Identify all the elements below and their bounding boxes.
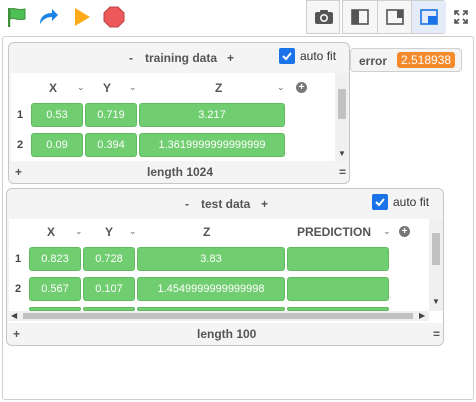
green-flag-icon[interactable] <box>5 5 29 29</box>
add-column-icon[interactable]: + <box>296 82 307 93</box>
table-cell[interactable]: 0.823 <box>29 247 81 271</box>
scroll-down-arrow-icon[interactable]: ▼ <box>338 149 346 158</box>
layout-left-icon[interactable] <box>343 1 377 33</box>
table-cell[interactable]: 1.4549999999999998 <box>137 277 285 301</box>
table-cell[interactable]: 0.107 <box>83 277 135 301</box>
column-header-x[interactable]: X <box>47 225 55 239</box>
camera-button[interactable] <box>306 0 340 34</box>
horizontal-scrollbar[interactable]: ◀ ▶ <box>9 311 429 321</box>
test-resize-button[interactable]: = <box>433 327 440 341</box>
training-data-title: training data <box>145 51 218 65</box>
vertical-scrollbar[interactable]: ▼ <box>429 219 443 311</box>
table-cell[interactable]: 3.83 <box>137 247 285 271</box>
test-data-plus-button[interactable]: + <box>261 197 268 211</box>
chevron-down-icon[interactable]: ⌄ <box>129 82 137 93</box>
table-cell[interactable]: 1.3619999999999999 <box>139 133 285 157</box>
error-label: error <box>359 54 388 68</box>
checkbox-checked-icon <box>279 48 295 64</box>
row-number: 2 <box>15 283 22 295</box>
test-add-row-button[interactable]: + <box>13 327 20 341</box>
vertical-scrollbar[interactable]: ▼ <box>335 73 349 161</box>
layout-right-icon[interactable] <box>377 1 412 33</box>
training-resize-button[interactable]: = <box>339 165 346 179</box>
row-number: 2 <box>17 139 24 151</box>
training-data-table: X ⌄ Y ⌄ Z ⌄ + 1 0.53 0.719 3.217 2 0.09 … <box>11 73 349 161</box>
scroll-left-arrow-icon[interactable]: ◀ <box>11 311 17 320</box>
test-data-table: X ⌄ Y ⌄ Z PREDICTION ⌄ + 1 0.823 0.728 3… <box>9 219 443 323</box>
test-autofit-label: auto fit <box>393 195 430 209</box>
table-cell[interactable]: 0.53 <box>31 103 83 127</box>
layout-button-group <box>342 0 446 34</box>
table-cell[interactable]: 0.719 <box>85 103 137 127</box>
column-header-x[interactable]: X <box>49 81 57 95</box>
training-data-watcher: - training data + auto fit X ⌄ Y ⌄ Z ⌄ +… <box>8 42 350 184</box>
training-autofit-toggle[interactable]: auto fit <box>279 48 336 64</box>
error-monitor: error 2.518938 <box>350 48 462 72</box>
chevron-down-icon[interactable]: ⌄ <box>129 226 137 237</box>
checkbox-checked-icon <box>372 194 388 210</box>
training-data-header: - training data + auto fit <box>9 43 349 73</box>
stop-icon[interactable] <box>102 5 126 29</box>
table-cell[interactable] <box>287 247 389 271</box>
column-header-y[interactable]: Y <box>103 81 111 95</box>
layout-corner-icon[interactable] <box>411 1 446 33</box>
chevron-down-icon[interactable]: ⌄ <box>77 82 85 93</box>
column-header-prediction[interactable]: PREDICTION <box>297 225 371 239</box>
column-header-z[interactable]: Z <box>203 225 210 239</box>
redo-arrow-icon[interactable] <box>36 5 60 29</box>
table-cell[interactable]: 0.567 <box>29 277 81 301</box>
chevron-down-icon[interactable]: ⌄ <box>75 226 83 237</box>
fullscreen-icon[interactable] <box>446 2 476 32</box>
test-data-watcher: - test data + auto fit X ⌄ Y ⌄ Z PREDICT… <box>6 188 444 346</box>
table-cell[interactable]: 0.394 <box>85 133 137 157</box>
scrollbar-thumb[interactable] <box>432 233 440 265</box>
chevron-down-icon[interactable]: ⌄ <box>277 82 285 93</box>
training-data-minus-button[interactable]: - <box>129 51 133 65</box>
training-add-row-button[interactable]: + <box>15 165 22 179</box>
table-cell[interactable] <box>287 277 389 301</box>
test-data-header: - test data + auto fit <box>7 189 443 219</box>
table-cell[interactable]: 0.728 <box>83 247 135 271</box>
toolbar <box>0 0 476 36</box>
training-data-plus-button[interactable]: + <box>227 51 234 65</box>
training-autofit-label: auto fit <box>300 49 337 63</box>
chevron-down-icon[interactable]: ⌄ <box>383 226 391 237</box>
test-data-title: test data <box>201 197 251 211</box>
test-data-footer: + length 100 = <box>7 325 443 345</box>
test-autofit-toggle[interactable]: auto fit <box>372 194 429 210</box>
camera-icon <box>307 1 341 33</box>
error-value: 2.518938 <box>397 52 456 68</box>
column-header-z[interactable]: Z <box>215 81 222 95</box>
row-number: 1 <box>15 253 22 265</box>
training-length-label: length 1024 <box>147 165 214 179</box>
table-cell[interactable]: 0.09 <box>31 133 83 157</box>
scrollbar-thumb[interactable] <box>23 313 413 319</box>
play-icon[interactable] <box>70 5 94 29</box>
row-number: 1 <box>17 109 24 121</box>
add-column-icon[interactable]: + <box>399 226 410 237</box>
column-header-y[interactable]: Y <box>105 225 113 239</box>
scrollbar-thumb[interactable] <box>338 89 346 119</box>
training-data-footer: + length 1024 = <box>9 163 349 183</box>
table-cell[interactable]: 3.217 <box>139 103 285 127</box>
scroll-right-arrow-icon[interactable]: ▶ <box>419 311 425 320</box>
test-data-minus-button[interactable]: - <box>185 197 189 211</box>
test-length-label: length 100 <box>197 327 257 341</box>
scroll-down-arrow-icon[interactable]: ▼ <box>432 297 440 306</box>
